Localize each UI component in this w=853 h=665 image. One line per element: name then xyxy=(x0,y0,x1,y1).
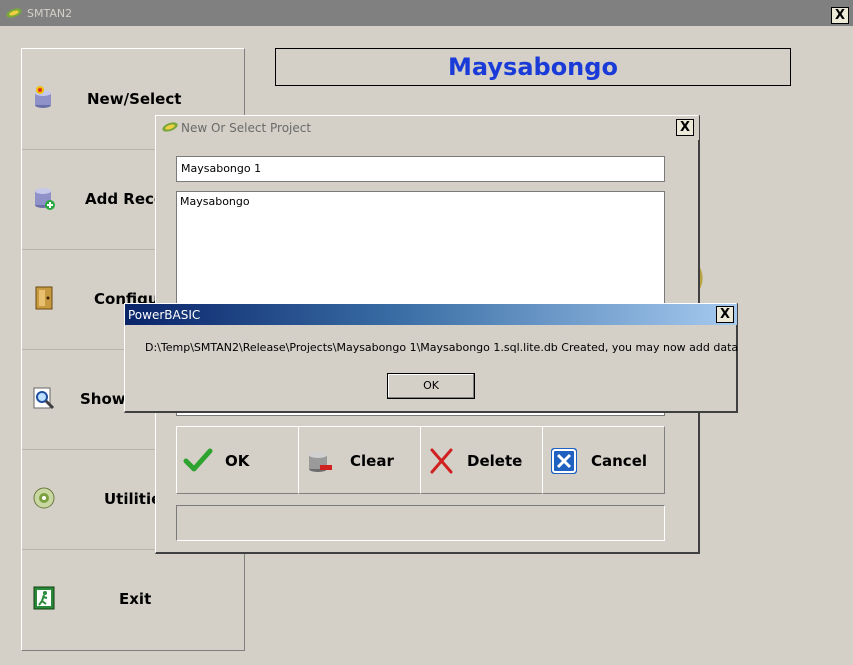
dialog-title: New Or Select Project xyxy=(181,121,312,135)
checkmark-icon xyxy=(183,448,213,472)
message-box-close-button[interactable]: X xyxy=(716,306,734,323)
delete-button[interactable]: Delete xyxy=(420,426,543,494)
door-icon xyxy=(35,286,53,310)
cancel-icon xyxy=(551,448,577,474)
ok-button[interactable]: OK xyxy=(176,426,299,494)
app-icon xyxy=(6,8,22,18)
add-database-icon xyxy=(35,188,55,210)
message-ok-button[interactable]: OK xyxy=(387,373,475,399)
new-database-icon xyxy=(35,86,51,108)
project-name-input[interactable]: Maysabongo 1 xyxy=(176,156,665,182)
cd-icon xyxy=(33,487,55,509)
clear-database-icon xyxy=(309,452,332,472)
powerbasic-message-box: PowerBASIC X D:\Temp\SMTAN2\Release\Proj… xyxy=(124,303,738,413)
nav-exit-button[interactable]: Exit xyxy=(22,549,244,649)
message-box-title-bar: PowerBASIC X xyxy=(125,304,737,325)
main-window-title: SMTAN2 xyxy=(27,7,73,20)
dialog-status-field xyxy=(176,505,665,541)
main-close-button[interactable]: X xyxy=(831,7,849,24)
nav-new-select-label: New/Select xyxy=(87,90,182,108)
cancel-button[interactable]: Cancel xyxy=(542,426,665,494)
list-item[interactable]: Maysabongo xyxy=(180,194,661,209)
cancel-button-label: Cancel xyxy=(591,452,648,470)
ok-button-label: OK xyxy=(225,452,250,470)
message-box-title: PowerBASIC xyxy=(128,308,201,322)
dialog-close-button[interactable]: X xyxy=(676,119,694,136)
dialog-title-bar: New Or Select Project X xyxy=(156,116,699,140)
nav-exit-label: Exit xyxy=(119,590,152,608)
clear-button[interactable]: Clear xyxy=(298,426,421,494)
nav-show-label: Show xyxy=(80,390,126,408)
clear-button-label: Clear xyxy=(350,452,394,470)
dialog-button-row: OK Clear Delete Cancel xyxy=(176,426,665,494)
message-text: D:\Temp\SMTAN2\Release\Projects\Maysabon… xyxy=(145,341,739,354)
dialog-app-icon xyxy=(162,122,178,132)
exit-icon xyxy=(33,586,55,610)
delete-button-label: Delete xyxy=(467,452,523,470)
magnifier-icon xyxy=(33,387,55,410)
red-x-icon xyxy=(430,448,453,474)
project-name-banner: Maysabongo xyxy=(275,48,791,86)
main-title-bar: SMTAN2 X xyxy=(0,0,853,26)
